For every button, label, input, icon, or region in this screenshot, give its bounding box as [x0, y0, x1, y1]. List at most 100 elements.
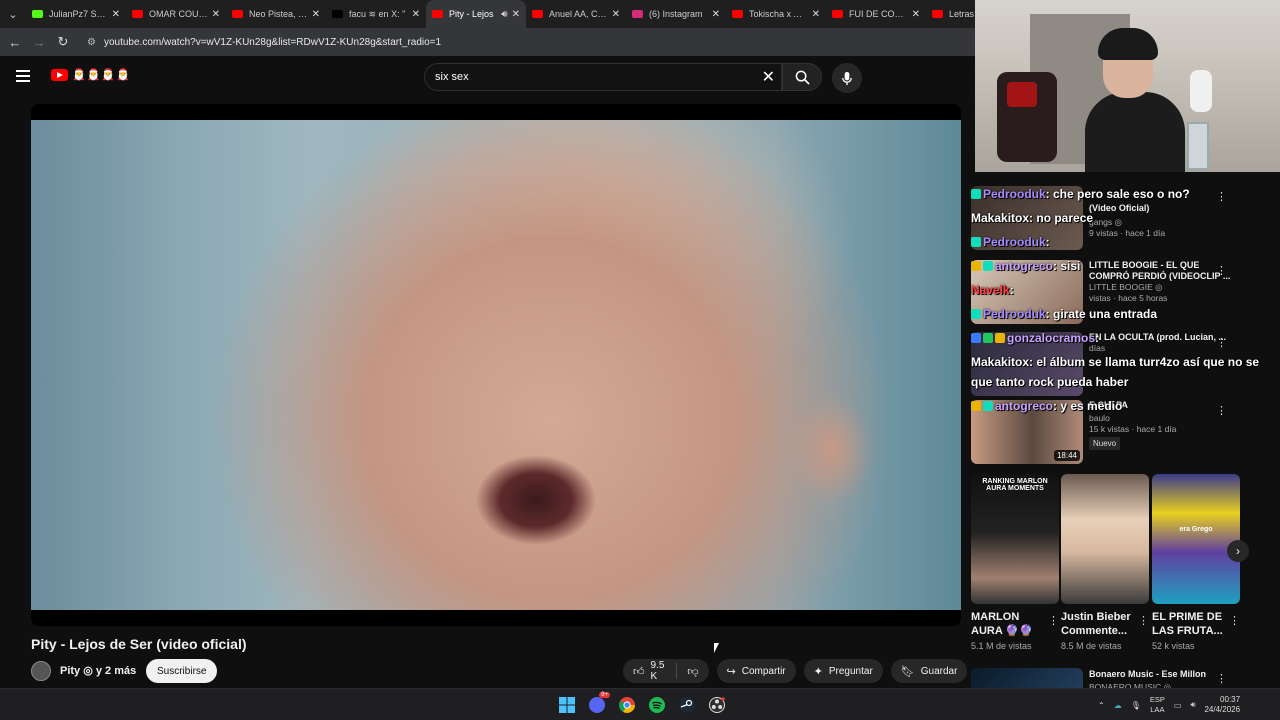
short-more-icon[interactable]: ⋮	[1048, 614, 1059, 627]
chat-line: Makakitox: no parece	[971, 211, 1093, 225]
tab-close-icon[interactable]: ✕	[612, 9, 620, 20]
share-button[interactable]: ↪ Compartir	[716, 659, 796, 683]
site-info-icon[interactable]: ⚙	[87, 37, 96, 48]
chat-line: Makakitox: el álbum se llama turr4zo así…	[971, 355, 1259, 369]
tray-overflow-chevron-icon[interactable]: ⌃	[1098, 701, 1105, 710]
tab-close-icon[interactable]: ✕	[312, 9, 320, 20]
chat-badge-icon	[971, 189, 981, 199]
browser-tab[interactable]: Anuel AA, Cand ✕	[526, 0, 626, 28]
back-arrow-icon[interactable]: ←	[3, 35, 27, 50]
microphone-icon	[842, 71, 852, 85]
like-button[interactable]: 👍︎ 9.5 K	[623, 660, 678, 682]
tab-close-icon[interactable]: ✕	[412, 9, 420, 20]
browser-tab[interactable]: JulianPz7 Strea ✕	[26, 0, 126, 28]
bookmark-icon: 🔖︎	[900, 665, 915, 678]
short-thumb-caption: RANKING MARLON AURA MOMENTS	[982, 478, 1048, 492]
chat-line: que tanto rock pueda haber	[971, 375, 1128, 389]
browser-tab[interactable]: FUI DE COMPR ✕	[826, 0, 926, 28]
subscribe-button[interactable]: Suscribirse	[146, 659, 218, 683]
short-item[interactable]: Justin Bieber Commente... 8.5 M de vista…	[1061, 474, 1149, 651]
tab-audio-icon[interactable]: 🔊︎	[501, 9, 507, 20]
taskbar-apps: 9+	[556, 692, 728, 716]
short-item[interactable]: RANKING MARLON AURA MOMENTS MARLON AURA …	[971, 474, 1059, 651]
tab-favicon-icon	[932, 10, 943, 18]
tab-title: facu ≋ en X: "	[349, 8, 406, 19]
tab-close-icon[interactable]: ✕	[912, 9, 920, 20]
chat-user: Pedrooduk	[983, 307, 1046, 321]
url-field[interactable]: ⚙ youtube.com/watch?v=wV1Z-KUn28g&list=R…	[87, 37, 441, 48]
short-more-icon[interactable]: ⋮	[1138, 614, 1149, 627]
browser-tab[interactable]: Pity - Lejos 🔊︎ ✕	[426, 0, 526, 28]
tab-favicon-icon	[232, 10, 243, 18]
search-value: six sex	[435, 71, 469, 83]
chat-badge-icon	[971, 309, 981, 319]
search-input[interactable]: six sex ✕	[424, 63, 782, 91]
chat-badge-icon	[971, 401, 981, 411]
channel-row: Pity ◎ y 2 más Suscribirse 👍︎ 9.5 K 👎︎ ↪ C…	[31, 659, 998, 683]
save-label: Guardar	[920, 665, 958, 677]
thumbs-down-icon: 👎︎	[687, 665, 699, 678]
tab-title: FUI DE COMPR	[849, 9, 908, 19]
chat-user: Makakitox	[971, 355, 1030, 369]
ask-button[interactable]: ✦ Preguntar	[803, 659, 883, 683]
like-dislike-group: 👍︎ 9.5 K 👎︎	[623, 659, 709, 683]
browser-tab[interactable]: Neo Pistea, Ela ✕	[226, 0, 326, 28]
steam-icon[interactable]	[676, 694, 698, 716]
tab-close-icon[interactable]: ✕	[212, 9, 220, 20]
chat-text: : el álbum se llama turr4zo así que no s…	[1029, 355, 1260, 369]
chat-user: antogreco	[995, 259, 1054, 273]
discord-icon[interactable]: 9+	[586, 692, 610, 716]
tab-close-icon[interactable]: ✕	[712, 9, 720, 20]
channel-avatar[interactable]	[31, 661, 51, 681]
voice-search-button[interactable]	[832, 63, 862, 93]
onedrive-icon[interactable]: ☁	[1114, 701, 1122, 710]
youtube-logo-icon[interactable]	[51, 69, 68, 81]
spotify-icon[interactable]	[646, 694, 668, 716]
browser-tab[interactable]: Tokischa x Anu ✕	[726, 0, 826, 28]
channel-name[interactable]: Pity ◎ y 2 más	[60, 664, 136, 677]
tab-favicon-icon	[632, 10, 643, 18]
tab-close-icon[interactable]: ✕	[512, 9, 520, 20]
forward-arrow-icon[interactable]: →	[27, 35, 51, 50]
chat-line: antogreco: sisi	[971, 259, 1080, 273]
video-frame-crying-baby	[31, 120, 961, 610]
obs-icon[interactable]	[706, 694, 728, 716]
short-title: Justin Bieber Commente...	[1061, 611, 1131, 637]
save-button[interactable]: 🔖︎ Guardar	[890, 659, 968, 683]
shorts-next-arrow-icon[interactable]: ›	[1227, 540, 1249, 562]
tab-title: Anuel AA, Cand	[549, 9, 608, 19]
video-player[interactable]	[31, 104, 961, 626]
short-thumbnail: RANKING MARLON AURA MOMENTS	[971, 474, 1059, 604]
chat-badge-icon	[995, 333, 1005, 343]
browser-tab[interactable]: facu ≋ en X: " ✕	[326, 0, 426, 28]
chat-text: : girate una entrada	[1045, 307, 1158, 321]
chat-user: gonzalocramos	[1007, 331, 1096, 345]
rec-more-icon[interactable]: ⋮	[1216, 672, 1227, 685]
short-item[interactable]: era Grego EL PRIME DE LAS FRUTA... 52 k …	[1152, 474, 1240, 651]
recommendations-panel: (Video Oficial) gangs ◎ 9 vistas · hace …	[968, 172, 1280, 720]
volume-icon[interactable]: 🔊︎	[1190, 700, 1195, 710]
tab-close-icon[interactable]: ✕	[812, 9, 820, 20]
sparkle-icon: ✦	[813, 665, 823, 678]
chat-user: Makakitox	[971, 211, 1030, 225]
search-button[interactable]	[782, 63, 822, 91]
network-icon[interactable]: ▭	[1174, 701, 1182, 710]
windows-start-icon[interactable]	[556, 694, 578, 716]
tab-close-icon[interactable]: ✕	[112, 9, 120, 20]
dislike-button[interactable]: 👎︎	[677, 665, 708, 678]
short-more-icon[interactable]: ⋮	[1229, 614, 1240, 627]
browser-tab[interactable]: OMAR COURTZ ✕	[126, 0, 226, 28]
browser-tab[interactable]: (6) Instagram ✕	[626, 0, 726, 28]
clock[interactable]: 00:37 24/4/2026	[1204, 695, 1240, 715]
clock-time: 00:37	[1220, 695, 1241, 704]
language-indicator[interactable]: ESP LAA	[1150, 695, 1165, 715]
clear-search-icon[interactable]: ✕	[762, 67, 775, 87]
rec-duration: 18:44	[1053, 450, 1080, 461]
tab-search-chevron-icon[interactable]: ⌄	[0, 0, 26, 28]
microphone-tray-icon[interactable]: 🎙︎	[1131, 701, 1141, 710]
reload-icon[interactable]: ↻	[51, 34, 75, 50]
webcam-drink-can	[1187, 122, 1209, 170]
chrome-icon[interactable]	[616, 694, 638, 716]
tab-title: Pity - Lejos	[449, 9, 494, 19]
menu-hamburger-icon[interactable]	[16, 70, 30, 82]
